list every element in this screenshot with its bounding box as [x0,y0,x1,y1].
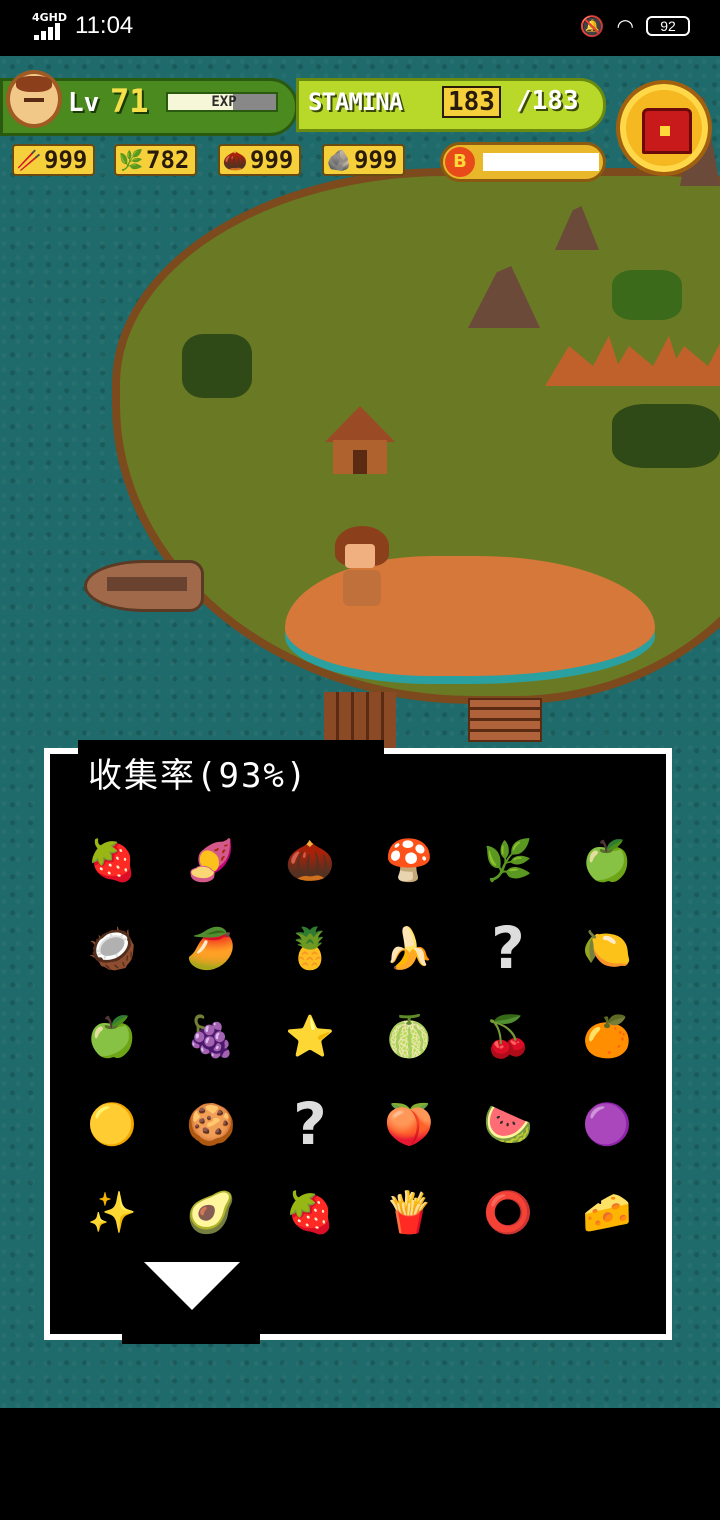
rock-icon: 🪨 [326,148,352,172]
mangosteen-icon: 🍇 [186,1013,236,1060]
orange-mango-icon: 🍊 [582,1013,632,1060]
berries-icon: 🍒 [483,1013,533,1060]
collection-item-dried-mango[interactable]: 🧀 [557,1167,657,1257]
collection-item-lemon[interactable]: 🍋 [557,903,657,993]
collection-item-mango[interactable]: 🥭 [161,903,261,993]
collection-item-unknown[interactable]: ? [458,903,558,993]
stamina-label: STAMINA [308,88,403,116]
resource-rock: 🪨 999 [322,144,406,176]
collection-item-mushroom[interactable]: 🍄 [359,815,459,905]
exp-label: EXP [211,94,237,110]
resource-branch: 🥢 999 [12,144,96,176]
collection-item-unknown[interactable]: ? [260,1079,360,1169]
mangosteen-half-icon: 🟣 [582,1101,632,1148]
treasure-chest-button[interactable] [616,80,712,176]
stone-bag-icon: 🌰 [222,148,248,172]
collection-item-herb[interactable]: 🌿 [458,815,558,905]
green-apple-icon: 🍏 [87,1013,137,1060]
collection-item-lime[interactable]: 🍏 [557,815,657,905]
wifi-icon: ◠ [616,14,634,38]
wooden-crate[interactable] [468,698,542,742]
star-slices-icon: ✨ [87,1189,137,1236]
avatar[interactable] [6,70,62,128]
collection-item-pineapple[interactable]: 🍍 [260,903,360,993]
clock: 11:04 [75,12,134,39]
player-character[interactable] [335,526,389,606]
lime-icon: 🍏 [582,837,632,884]
mushroom-icon: 🍄 [384,837,434,884]
silent-bell-icon: 🔕 [579,14,605,38]
resource-stone-bag: 🌰 999 [218,144,302,176]
level-value: 71 [110,82,149,120]
collection-item-strawberry[interactable]: 🍓 [62,815,162,905]
durian-pod-icon: 🥑 [186,1189,236,1236]
pineapple-rings-icon: 🟡 [87,1101,137,1148]
strawberry-icon: 🍓 [87,837,137,884]
status-bar: 4GHD 11:04 🔕 ◠ 92 [0,0,720,56]
boat[interactable] [84,560,204,612]
collection-item-berries[interactable]: 🍒 [458,991,558,1081]
unknown-item-icon: ? [293,1090,327,1158]
durian-icon: 🍈 [384,1013,434,1060]
starfruit-icon: ⭐ [285,1013,335,1060]
pineapple-icon: 🍍 [285,925,335,972]
collection-item-green-apple[interactable]: 🍏 [62,991,162,1081]
collection-title: 收集率(93%) [88,756,309,796]
coin-bar[interactable]: B [440,142,606,182]
collection-item-durian-pod[interactable]: 🥑 [161,1167,261,1257]
branch-icon: 🥢 [16,148,42,172]
bush[interactable] [182,334,252,398]
level-label: Lv [68,88,100,118]
collection-item-guava[interactable]: 🍉 [458,1079,558,1169]
nav-bar-area [0,1408,720,1520]
lemon-icon: 🍋 [582,925,632,972]
dried-fruit-icon: 🍪 [186,1101,236,1148]
coconut-icon: 🥥 [87,925,137,972]
collection-item-pomegranate-seeds[interactable]: 🍓 [260,1167,360,1257]
resource-leaf: 🌿 782 [114,144,198,176]
dried-banana-icon: 🍟 [384,1189,434,1236]
exp-bar: EXP [166,92,278,112]
mango-icon: 🥭 [186,925,236,972]
collection-item-coconut[interactable]: 🥥 [62,903,162,993]
scroll-down-arrow[interactable] [144,1262,240,1310]
collection-item-starfruit[interactable]: ⭐ [260,991,360,1081]
plant[interactable] [612,270,682,320]
coin-icon: B [445,147,475,177]
coin-progress [483,153,599,171]
collection-item-durian[interactable]: 🍈 [359,991,459,1081]
collection-item-pineapple-rings[interactable]: 🟡 [62,1079,162,1169]
papaya-icon: 🍑 [384,1101,434,1148]
sweet-potato-icon: 🍠 [186,837,236,884]
collection-item-dried-fruit[interactable]: 🍪 [161,1079,261,1169]
hut[interactable] [325,406,395,474]
stamina-max: /183 [516,86,579,116]
collection-item-papaya[interactable]: 🍑 [359,1079,459,1169]
collection-item-ring-snacks[interactable]: ⭕ [458,1167,558,1257]
nut-icon: 🌰 [285,837,335,884]
banana-icon: 🍌 [384,925,434,972]
collection-item-mangosteen[interactable]: 🍇 [161,991,261,1081]
dried-mango-icon: 🧀 [582,1189,632,1236]
bush[interactable] [612,404,720,468]
collection-item-star-slices[interactable]: ✨ [62,1167,162,1257]
collection-item-banana[interactable]: 🍌 [359,903,459,993]
collection-item-mangosteen-half[interactable]: 🟣 [557,1079,657,1169]
signal-icon [34,22,64,40]
collection-item-orange-mango[interactable]: 🍊 [557,991,657,1081]
collection-item-nut[interactable]: 🌰 [260,815,360,905]
herb-icon: 🌿 [483,837,533,884]
leaf-icon: 🌿 [118,148,144,172]
collection-item-dried-banana[interactable]: 🍟 [359,1167,459,1257]
guava-icon: 🍉 [483,1101,533,1148]
stamina-current: 183 [442,86,501,118]
pomegranate-seeds-icon: 🍓 [285,1189,335,1236]
collection-item-sweet-potato[interactable]: 🍠 [161,815,261,905]
ring-snacks-icon: ⭕ [483,1189,533,1236]
battery-indicator: 92 [646,16,690,36]
unknown-item-icon: ? [491,914,525,982]
